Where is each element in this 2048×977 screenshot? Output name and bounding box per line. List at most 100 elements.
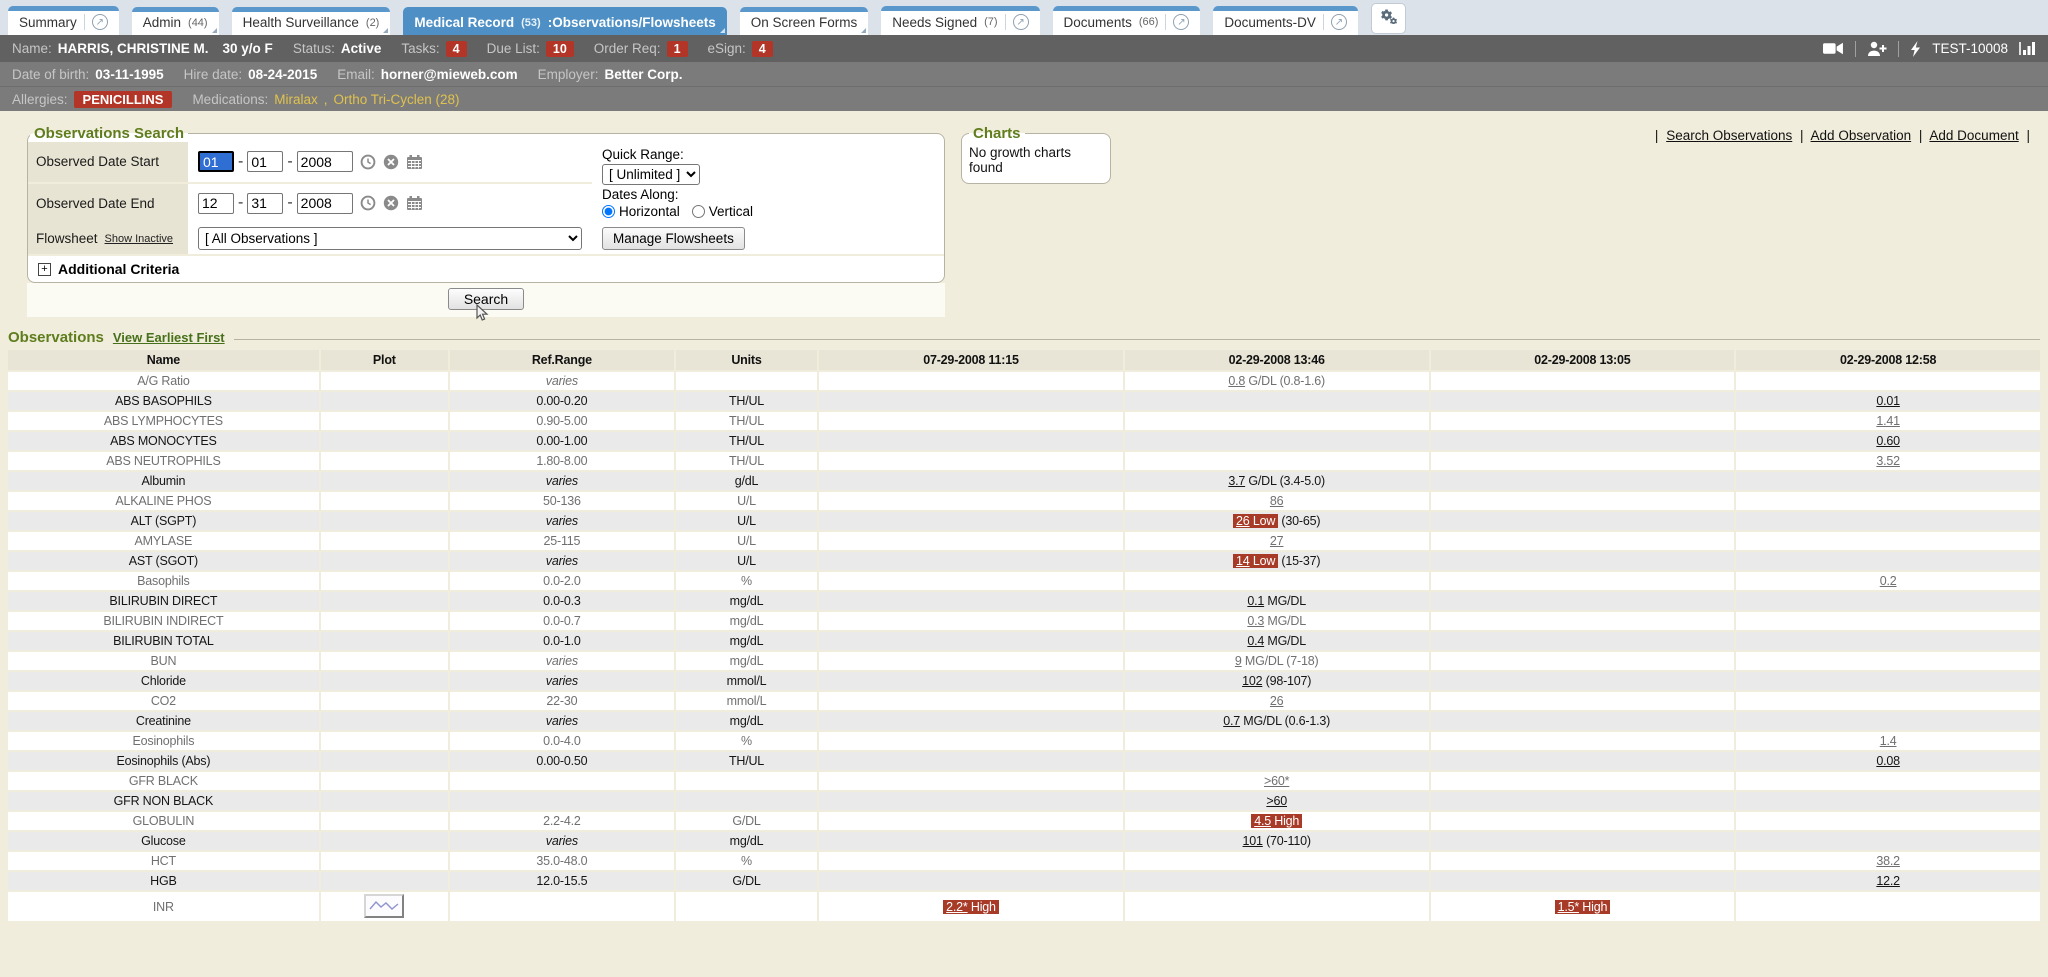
obs-value-link[interactable]: 0.60: [1876, 434, 1900, 448]
dates-along-vertical-option[interactable]: Vertical: [692, 204, 753, 219]
end-day-input[interactable]: [247, 193, 283, 214]
esign-group: eSign: 4: [708, 41, 773, 57]
end-month-input[interactable]: [198, 193, 234, 214]
medication-link[interactable]: Ortho Tri-Cyclen (28): [334, 92, 460, 107]
obs-value-link[interactable]: 14: [1236, 554, 1250, 568]
tab-documents-dv[interactable]: Documents-DV ↗: [1213, 6, 1358, 35]
obs-value-link[interactable]: 1.4: [1880, 734, 1897, 748]
expand-plus-icon[interactable]: +: [38, 263, 51, 276]
tasks-count-badge[interactable]: 4: [446, 41, 467, 57]
tab-count: (2): [366, 17, 379, 29]
set-time-clock-icon[interactable]: [360, 154, 376, 170]
popout-arrow-icon[interactable]: ↗: [1013, 14, 1029, 30]
tab-documents[interactable]: Documents (66) ↗: [1053, 6, 1201, 35]
start-month-input[interactable]: [198, 151, 234, 172]
obs-units-cell: [676, 792, 817, 810]
obs-value-cell: 3.52: [1736, 452, 2040, 470]
calendar-picker-icon[interactable]: [406, 195, 423, 211]
observation-row: GFR BLACK >60*: [8, 772, 2040, 790]
tab-medical-record-active[interactable]: Medical Record (53) :Observations/Flowsh…: [403, 7, 726, 35]
obs-plot-cell: [321, 872, 448, 890]
obs-value-link[interactable]: 102: [1242, 674, 1262, 688]
obs-value-link[interactable]: 101: [1243, 834, 1263, 848]
clear-date-icon[interactable]: [383, 195, 399, 211]
clear-date-icon[interactable]: [383, 154, 399, 170]
obs-value-link[interactable]: 0.8: [1228, 374, 1245, 388]
obs-units-cell: TH/UL: [676, 752, 817, 770]
allergy-badge[interactable]: PENICILLINS: [74, 91, 173, 108]
obs-value-link[interactable]: 2.2*: [946, 900, 967, 914]
obs-value-link[interactable]: 1.41: [1876, 414, 1900, 428]
obs-value-link[interactable]: 0.2: [1880, 574, 1897, 588]
set-time-clock-icon[interactable]: [360, 195, 376, 211]
quick-action-bolt-icon[interactable]: [1910, 41, 1921, 57]
obs-value-link[interactable]: 27: [1270, 534, 1284, 548]
start-day-input[interactable]: [247, 151, 283, 172]
start-year-input[interactable]: [297, 151, 353, 172]
esign-count-badge[interactable]: 4: [752, 41, 773, 57]
obs-value-link[interactable]: 26: [1270, 694, 1284, 708]
obs-name-cell: AST (SGOT): [8, 552, 319, 570]
add-document-link[interactable]: Add Document: [1929, 128, 2018, 143]
search-observations-link[interactable]: Search Observations: [1666, 128, 1792, 143]
obs-value-link[interactable]: 3.52: [1876, 454, 1900, 468]
vertical-radio[interactable]: [692, 205, 705, 218]
order-req-count-badge[interactable]: 1: [667, 41, 688, 57]
due-list-count-badge[interactable]: 10: [546, 41, 574, 57]
tab-admin[interactable]: Admin (44): [132, 7, 219, 35]
obs-plot-cell: [321, 372, 448, 390]
obs-value-link[interactable]: 0.4: [1247, 634, 1264, 648]
obs-value-link[interactable]: 0.08: [1876, 754, 1900, 768]
obs-value-link[interactable]: >60*: [1264, 774, 1289, 788]
flowsheet-select[interactable]: [ All Observations ]: [198, 227, 582, 250]
medication-link[interactable]: Miralax: [274, 92, 318, 107]
obs-value-link[interactable]: 4.5: [1254, 814, 1271, 828]
chart-stats-icon[interactable]: [2019, 41, 2036, 56]
show-inactive-link[interactable]: Show Inactive: [105, 233, 173, 245]
add-person-icon[interactable]: [1867, 41, 1887, 57]
horizontal-radio[interactable]: [602, 205, 615, 218]
obs-value-link[interactable]: >60: [1266, 794, 1287, 808]
plot-sparkline-button[interactable]: [364, 894, 404, 918]
obs-value-link[interactable]: 86: [1270, 494, 1284, 508]
tab-summary[interactable]: Summary ↗: [8, 6, 119, 35]
date-separator: -: [287, 194, 292, 212]
popout-arrow-icon[interactable]: ↗: [1173, 14, 1189, 30]
obs-plot-cell: [321, 732, 448, 750]
obs-value-link[interactable]: 26: [1236, 514, 1250, 528]
tab-needs-signed[interactable]: Needs Signed (7) ↗: [881, 6, 1039, 35]
tab-health-surveillance[interactable]: Health Surveillance (2): [232, 7, 391, 35]
obs-name-cell: HCT: [8, 852, 319, 870]
obs-value-link[interactable]: 0.1: [1247, 594, 1264, 608]
add-observation-link[interactable]: Add Observation: [1811, 128, 1912, 143]
popout-arrow-icon[interactable]: ↗: [1331, 14, 1347, 30]
obs-value-link[interactable]: 0.01: [1876, 394, 1900, 408]
video-call-icon[interactable]: [1823, 41, 1844, 56]
obs-value-cell: [1125, 392, 1429, 410]
calendar-picker-icon[interactable]: [406, 154, 423, 170]
observations-title: Observations: [8, 329, 104, 346]
observation-row: Albumin varies g/dL 3.7 G/DL (3.4-5.0): [8, 472, 2040, 490]
popout-arrow-icon[interactable]: ↗: [92, 14, 108, 30]
obs-value-link[interactable]: 38.2: [1876, 854, 1900, 868]
obs-value-link[interactable]: 0.7: [1223, 714, 1240, 728]
additional-criteria-toggle[interactable]: + Additional Criteria: [28, 256, 944, 282]
view-earliest-first-link[interactable]: View Earliest First: [113, 330, 225, 345]
end-year-input[interactable]: [297, 193, 353, 214]
obs-value-link[interactable]: 1.5*: [1558, 900, 1579, 914]
obs-value-link[interactable]: 9: [1235, 654, 1242, 668]
tab-on-screen-forms[interactable]: On Screen Forms: [740, 7, 869, 35]
obs-value-link[interactable]: 12.2: [1876, 874, 1900, 888]
obs-value-link[interactable]: 3.7: [1228, 474, 1245, 488]
search-button[interactable]: Search: [448, 288, 524, 310]
quick-range-select[interactable]: [ Unlimited ]: [602, 164, 700, 185]
obs-value-cell: [1431, 652, 1735, 670]
manage-flowsheets-button[interactable]: Manage Flowsheets: [602, 227, 745, 250]
obs-refrange-cell: varies: [450, 712, 674, 730]
dates-along-horizontal-option[interactable]: Horizontal: [602, 204, 680, 219]
patient-age-sex: 30 y/o F: [223, 41, 273, 56]
obs-value-cell: 102 (98-107): [1125, 672, 1429, 690]
tab-settings-gears-button[interactable]: [1371, 3, 1406, 34]
tab-label: Health Surveillance: [243, 15, 359, 30]
obs-value-link[interactable]: 0.3: [1247, 614, 1264, 628]
